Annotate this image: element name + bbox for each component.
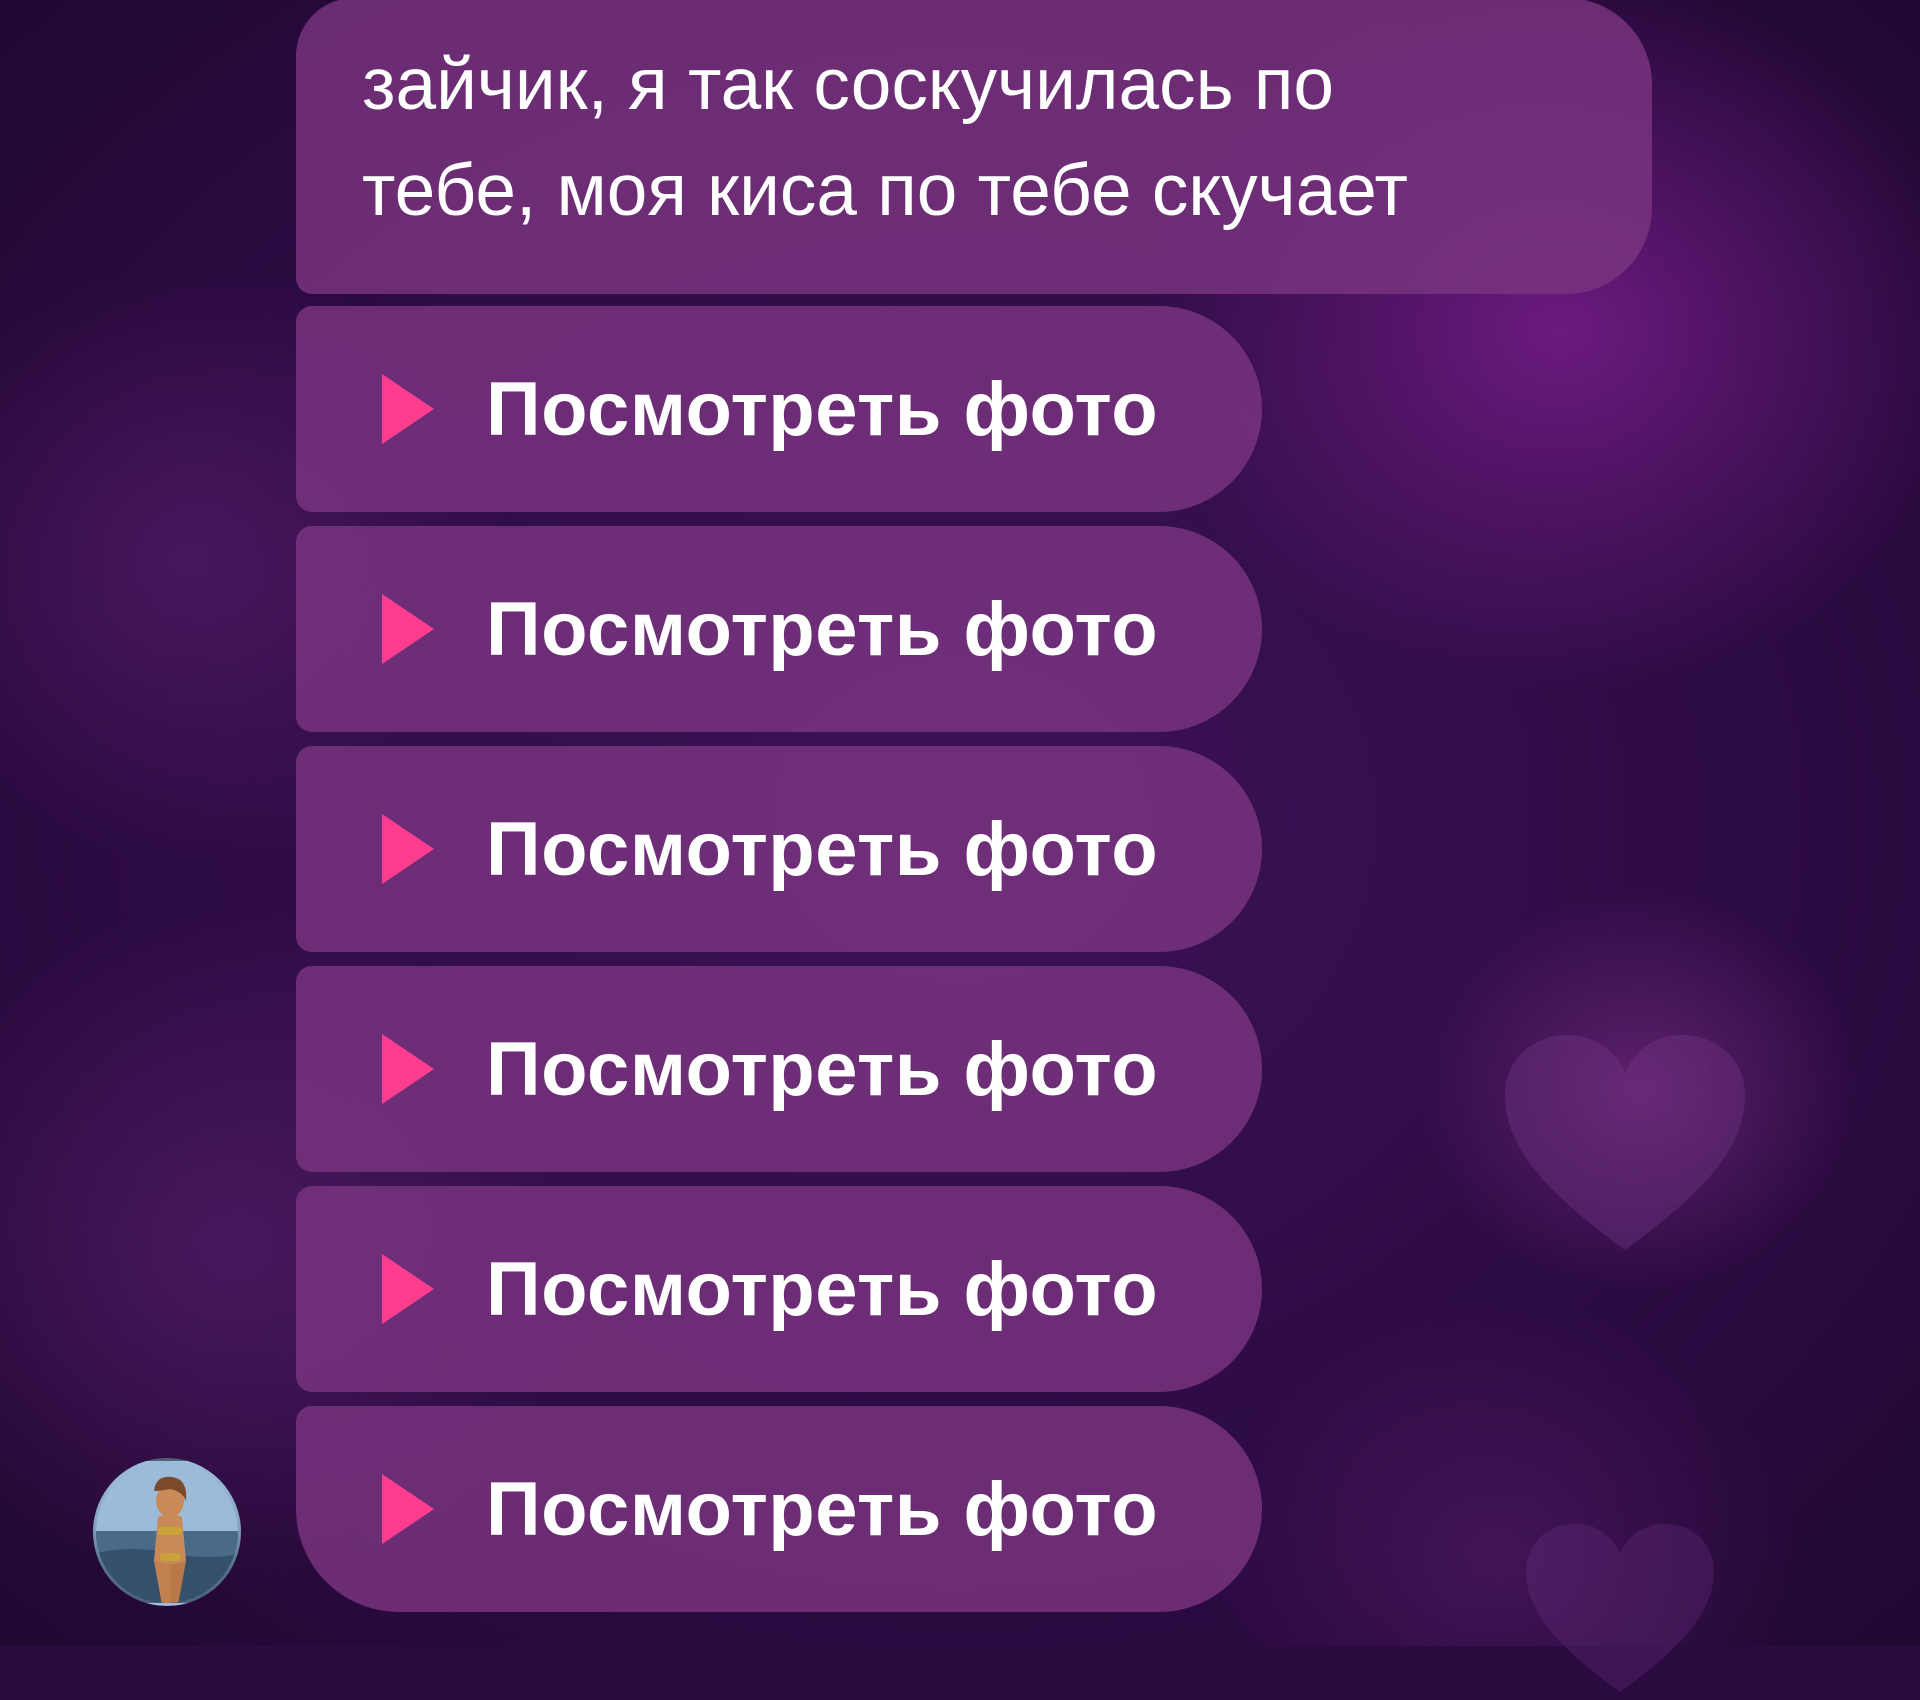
view-photo-label: Посмотреть фото <box>486 1026 1159 1112</box>
background-heart-decoration <box>1526 1523 1714 1693</box>
sender-avatar[interactable] <box>93 1458 241 1606</box>
background-heart-decoration <box>1505 1035 1745 1250</box>
view-photo-button[interactable]: Посмотреть фото <box>296 1406 1262 1612</box>
view-photo-button[interactable]: Посмотреть фото <box>296 966 1262 1172</box>
avatar-image <box>96 1461 238 1603</box>
view-photo-button[interactable]: Посмотреть фото <box>296 526 1262 732</box>
play-icon <box>382 1474 434 1544</box>
view-photo-label: Посмотреть фото <box>486 806 1159 892</box>
photo-button-list: Посмотреть фото Посмотреть фото Посмотре… <box>296 306 1262 1626</box>
view-photo-button[interactable]: Посмотреть фото <box>296 1186 1262 1392</box>
play-icon <box>382 594 434 664</box>
view-photo-button[interactable]: Посмотреть фото <box>296 746 1262 952</box>
play-icon <box>382 814 434 884</box>
view-photo-label: Посмотреть фото <box>486 1466 1159 1552</box>
view-photo-button[interactable]: Посмотреть фото <box>296 306 1262 512</box>
play-icon <box>382 1034 434 1104</box>
message-text-line: зайчик, я так соскучилась по <box>362 44 1335 125</box>
message-text-line: тебе, моя киса по тебе скучает <box>362 150 1408 231</box>
view-photo-label: Посмотреть фото <box>486 1246 1159 1332</box>
message-bubble: зайчик, я так соскучилась по тебе, моя к… <box>296 0 1652 294</box>
view-photo-label: Посмотреть фото <box>486 366 1159 452</box>
play-icon <box>382 374 434 444</box>
view-photo-label: Посмотреть фото <box>486 586 1159 672</box>
play-icon <box>382 1254 434 1324</box>
